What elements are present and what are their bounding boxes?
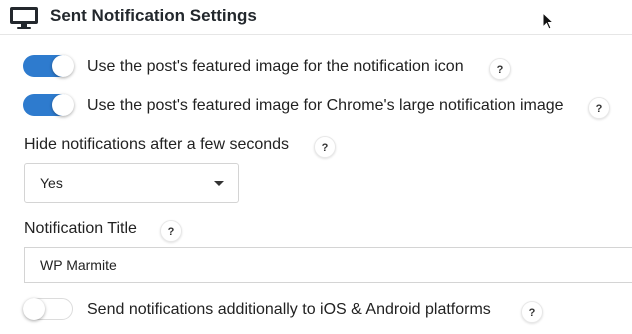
- section-header: Sent Notification Settings: [0, 0, 632, 35]
- notification-title-help-button[interactable]: ?: [160, 220, 182, 242]
- hide-after-label: Hide notifications after a few seconds: [24, 136, 290, 153]
- ios-android-label: Send notifications additionally to iOS &…: [87, 301, 491, 318]
- featured-large-image-label: Use the post's featured image for Chrome…: [87, 97, 564, 114]
- toggle-knob: [23, 298, 45, 320]
- hide-after-selected-value: Yes: [40, 175, 63, 191]
- mouse-cursor-icon: [542, 12, 554, 30]
- monitor-icon: [10, 7, 38, 29]
- chevron-down-icon: [214, 181, 224, 186]
- toggle-knob: [52, 94, 74, 116]
- featured-icon-help-button[interactable]: ?: [489, 58, 511, 80]
- toggle-knob: [52, 55, 74, 77]
- ios-android-toggle[interactable]: [23, 298, 73, 320]
- featured-large-image-toggle[interactable]: [23, 94, 74, 116]
- hide-after-help-button[interactable]: ?: [314, 136, 336, 158]
- notification-title-label: Notification Title: [24, 220, 137, 237]
- featured-icon-label: Use the post's featured image for the no…: [87, 58, 464, 75]
- notification-title-input[interactable]: [24, 247, 632, 283]
- section-title: Sent Notification Settings: [50, 6, 257, 25]
- featured-icon-toggle[interactable]: [23, 55, 74, 77]
- hide-after-select[interactable]: Yes: [24, 163, 239, 203]
- featured-large-image-help-button[interactable]: ?: [588, 97, 610, 119]
- ios-android-help-button[interactable]: ?: [521, 301, 543, 323]
